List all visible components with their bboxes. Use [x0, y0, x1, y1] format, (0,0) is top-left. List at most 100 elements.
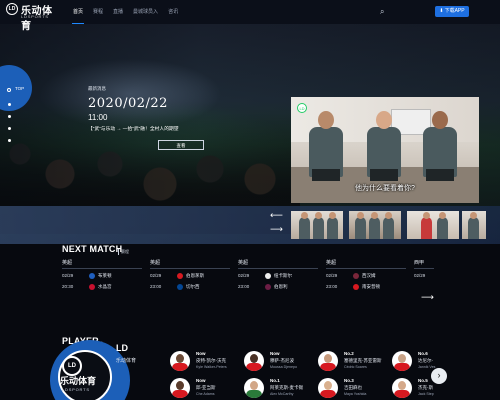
player-name: 杰克-斯 — [418, 385, 433, 390]
next-match-tag[interactable]: 赛程 — [118, 249, 129, 255]
player-name-en: Maya Yoshida — [344, 392, 367, 396]
news-time: 11:00 — [88, 113, 108, 122]
side-nav-dot[interactable] — [8, 103, 11, 106]
player-name-en: Che Adams — [196, 392, 215, 396]
match-card[interactable]: 英超 02/29 纽卡斯尔 23:00 伯恩利 — [238, 259, 324, 295]
away-team: 切尔西 — [186, 284, 200, 289]
away-team: 伯恩利 — [274, 284, 288, 289]
logo-badge: LD — [6, 3, 18, 15]
team-crest-icon — [353, 284, 359, 290]
match-league: 英超 — [238, 260, 249, 266]
team-crest-icon — [177, 273, 183, 279]
player-number: No.2 — [344, 351, 354, 356]
video-thumbnail[interactable] — [291, 211, 343, 239]
video-logo: LD — [297, 103, 307, 113]
match-time: 23:00 — [150, 284, 162, 289]
team-crest-icon — [265, 284, 271, 290]
back-to-top-label[interactable]: TOP — [15, 86, 24, 91]
view-news-button[interactable]: 查看 — [158, 140, 204, 150]
player-number: No.3 — [344, 378, 354, 383]
player-name-en: Jack Step — [418, 392, 434, 396]
player-number: Now — [270, 351, 280, 356]
team-crest-icon — [89, 284, 95, 290]
player-card[interactable]: No.1 阿莱克斯-麦卡锡 Alex McCarthy — [244, 378, 324, 400]
team-crest-icon — [177, 284, 183, 290]
nav-menu: 首页 赛程 直播 曼城球员入 咨讯 — [68, 0, 183, 24]
side-nav-dot[interactable] — [8, 127, 11, 130]
side-nav-dot[interactable] — [8, 139, 11, 142]
player-name: 塞德里克-苏亚雷斯 — [344, 358, 382, 363]
news-headline[interactable]: 【“武”与乐动 → 一拾“武”融！全村人的期望 — [88, 125, 179, 132]
match-time: 23:00 — [326, 284, 338, 289]
player-avatar — [244, 351, 264, 371]
player-avatar — [392, 378, 412, 398]
brand-logo[interactable]: LD 乐动体育 LDSPORTS — [6, 3, 58, 32]
player-name-en: Moussa Djenepo — [270, 365, 297, 369]
player-card[interactable]: Now 邱-亚当斯 Che Adams — [170, 378, 250, 400]
brand-name-en: LDSPORTS — [21, 14, 49, 19]
player-card[interactable]: Now 穆萨-杰尼波 Moussa Djenepo — [244, 351, 324, 373]
featured-video[interactable]: LD 他为什么要看着你? — [291, 97, 479, 203]
video-subtitle: 他为什么要看着你? — [355, 185, 415, 192]
match-time: 23:00 — [238, 284, 250, 289]
video-thumbnail[interactable] — [349, 211, 401, 239]
match-card[interactable]: 西甲 02/29 — [414, 259, 474, 295]
brand-badge-name-en: LDSPORTS — [62, 387, 90, 392]
away-team: 水晶宫 — [98, 284, 112, 289]
player-avatar — [318, 378, 338, 398]
news-date: 2020/02/22 — [88, 96, 168, 111]
video-thumbnail[interactable] — [407, 211, 459, 239]
download-app-button[interactable]: ⬇下载APP — [435, 6, 469, 17]
more-matches-arrow[interactable]: ⟶ — [421, 292, 434, 303]
match-league: 英超 — [62, 260, 73, 266]
player-name-en: Alex McCarthy — [270, 392, 294, 396]
player-name: 吉田麻也 — [344, 385, 362, 390]
side-nav-dot[interactable] — [8, 115, 11, 118]
news-label: 最新消息 — [88, 86, 106, 91]
match-league: 英超 — [326, 260, 337, 266]
player-name: 阿莱克斯-麦卡锡 — [270, 385, 303, 390]
home-team: 纽卡斯尔 — [274, 273, 292, 278]
player-number: No.1 — [270, 378, 280, 383]
player-number: Now — [196, 378, 206, 383]
player-card[interactable]: No.3 吉田麻也 Maya Yoshida — [318, 378, 398, 400]
player-avatar — [318, 351, 338, 371]
player-name-en: Cédric Soares — [344, 365, 367, 369]
players-next-button[interactable]: › — [431, 368, 447, 384]
nav-item-players[interactable]: 曼城球员入 — [128, 0, 163, 24]
nav-item-home[interactable]: 首页 — [68, 0, 88, 24]
home-team: 伯恩茅斯 — [186, 273, 204, 278]
player-avatar — [170, 351, 190, 371]
match-date: 02/29 — [150, 273, 162, 278]
away-team: 南安普顿 — [362, 284, 380, 289]
nav-item-news[interactable]: 咨讯 — [163, 0, 183, 24]
video-thumbnail[interactable] — [462, 211, 486, 239]
player-card[interactable]: Now 皮特-凯尔-沃克 Kyle Walker-Peters — [170, 351, 250, 373]
match-card[interactable]: 英超 02/29 西汉姆 23:00 南安普顿 — [326, 259, 412, 295]
match-date: 02/29 — [62, 273, 74, 278]
match-date: 02/29 — [326, 273, 338, 278]
side-nav-top-dot[interactable] — [7, 88, 11, 92]
carousel-prev-arrow[interactable]: ⟵ — [270, 210, 283, 221]
nav-item-live[interactable]: 直播 — [108, 0, 128, 24]
nav-item-schedule[interactable]: 赛程 — [88, 0, 108, 24]
match-league: 西甲 — [414, 260, 425, 266]
player-number: Now — [196, 351, 206, 356]
download-app-label: 下载APP — [444, 8, 465, 14]
match-league: 英超 — [150, 260, 161, 266]
team-crest-icon — [265, 273, 271, 279]
carousel-next-arrow[interactable]: ⟶ — [270, 224, 283, 235]
match-date: 02/29 — [414, 273, 426, 278]
match-card[interactable]: 英超 02/29 布莱顿 20:30 水晶宫 — [62, 259, 148, 295]
player-name: 达尼尔- — [418, 358, 433, 363]
match-time: 20:30 — [62, 284, 74, 289]
home-team: 西汉姆 — [362, 273, 376, 278]
player-card[interactable]: No.2 塞德里克-苏亚雷斯 Cédric Soares — [318, 351, 398, 373]
match-card[interactable]: 英超 02/29 伯恩茅斯 23:00 切尔西 — [150, 259, 236, 295]
brand-badge-name: 乐动体育 — [60, 376, 97, 386]
next-match-title: NEXT MATCH — [62, 244, 123, 254]
player-brand-subtitle: 乐动体育 — [116, 358, 137, 364]
player-avatar — [392, 351, 412, 371]
search-icon[interactable]: ⌕ — [380, 7, 384, 17]
video-person — [309, 111, 343, 181]
